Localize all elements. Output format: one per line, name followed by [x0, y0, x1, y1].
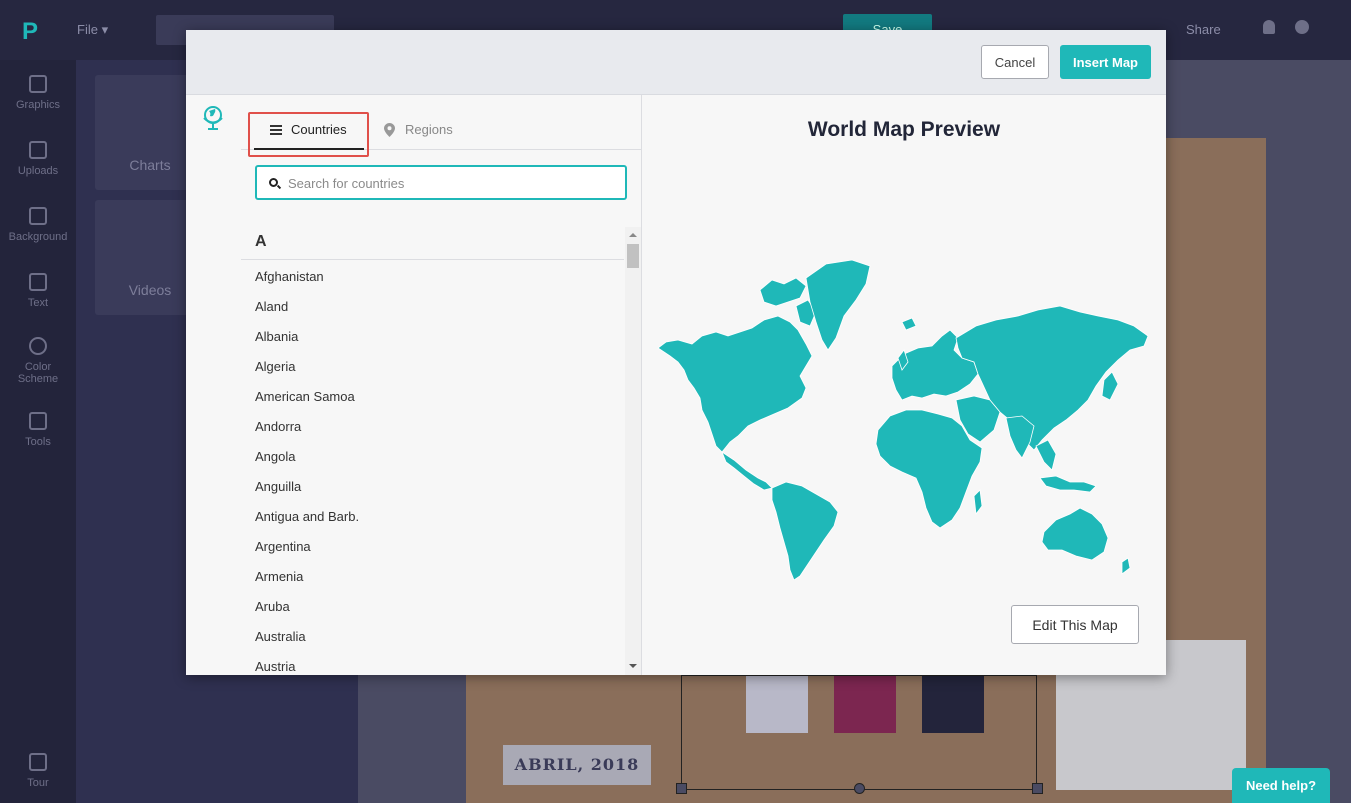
- resize-handle[interactable]: [1032, 783, 1043, 794]
- user-avatar-icon[interactable]: [1295, 20, 1309, 34]
- map-arctic-islands: [759, 277, 807, 307]
- map-australia: [1041, 507, 1109, 561]
- sidebar-item-uploads[interactable]: Uploads: [0, 141, 76, 177]
- map-central-america: [721, 450, 773, 491]
- bell-icon[interactable]: [1263, 20, 1275, 34]
- map-southeast-asia: [1035, 439, 1057, 471]
- scroll-down-arrow-icon[interactable]: [629, 664, 637, 668]
- app-logo-icon[interactable]: P: [22, 18, 48, 45]
- list-item-country[interactable]: Angola: [255, 449, 295, 464]
- list-item-country[interactable]: Algeria: [255, 359, 295, 374]
- map-greenland: [805, 259, 871, 351]
- list-item-country[interactable]: Antigua and Barb.: [255, 509, 359, 524]
- highlight-box: [248, 112, 369, 157]
- sidebar-item-tour[interactable]: Tour: [0, 753, 76, 789]
- list-item-country[interactable]: Andorra: [255, 419, 301, 434]
- country-list-panel: Countries Regions A Afghanistan Aland Al…: [186, 95, 642, 675]
- insert-map-button[interactable]: Insert Map: [1060, 45, 1151, 79]
- left-sidebar: Graphics Uploads Background Text Color S…: [0, 60, 76, 803]
- need-help-button[interactable]: Need help?: [1232, 768, 1330, 803]
- map-north-america: [657, 315, 813, 453]
- preview-title: World Map Preview: [807, 118, 1001, 141]
- background-icon: [29, 207, 47, 225]
- search-icon: [269, 178, 278, 187]
- list-item-country[interactable]: Aruba: [255, 599, 290, 614]
- sidebar-item-label: Background: [8, 231, 68, 243]
- tab-regions[interactable]: Regions: [381, 115, 471, 150]
- map-south-america: [771, 481, 839, 580]
- edit-map-button[interactable]: Edit This Map: [1011, 605, 1139, 644]
- cancel-button[interactable]: Cancel: [981, 45, 1049, 79]
- world-map-continents: [657, 259, 1149, 580]
- map-india: [1005, 415, 1035, 459]
- map-iceland: [901, 317, 917, 331]
- sidebar-item-tools[interactable]: Tools: [0, 412, 76, 448]
- resize-handle[interactable]: [854, 783, 865, 794]
- map-japan: [1101, 371, 1119, 401]
- section-letter: A: [255, 233, 267, 250]
- sidebar-item-graphics[interactable]: Graphics: [0, 75, 76, 111]
- search-input[interactable]: [288, 174, 608, 192]
- sidebar-item-label: Graphics: [15, 99, 61, 111]
- sidebar-item-color-scheme[interactable]: Color Scheme: [0, 337, 76, 385]
- list-scrollbar[interactable]: [625, 227, 641, 675]
- location-pin-icon: [384, 123, 395, 137]
- file-menu-label: File: [77, 22, 98, 37]
- toolbox-icon: [29, 412, 47, 430]
- sidebar-item-label: Color Scheme: [17, 361, 59, 385]
- country-list[interactable]: A Afghanistan Aland Albania Algeria Amer…: [241, 227, 641, 675]
- list-item-country[interactable]: Austria: [255, 659, 295, 674]
- sidebar-item-label: Uploads: [17, 165, 59, 177]
- scroll-up-arrow-icon[interactable]: [629, 233, 637, 237]
- list-item-country[interactable]: Afghanistan: [255, 269, 324, 284]
- map-madagascar: [973, 489, 983, 516]
- tour-icon: [29, 753, 47, 771]
- list-item-country[interactable]: American Samoa: [255, 389, 355, 404]
- resize-handle[interactable]: [676, 783, 687, 794]
- scroll-thumb[interactable]: [627, 244, 639, 268]
- text-icon: [29, 273, 47, 291]
- globe-icon: [203, 106, 223, 130]
- sidebar-item-label: Tour: [27, 777, 49, 789]
- section-divider: [241, 259, 624, 260]
- selection-box: [681, 675, 1037, 790]
- list-item-country[interactable]: Armenia: [255, 569, 303, 584]
- sidebar-item-label: Tools: [25, 436, 51, 448]
- file-menu[interactable]: File ▾: [77, 22, 108, 38]
- sidebar-item-text[interactable]: Text: [0, 273, 76, 309]
- upload-icon: [29, 141, 47, 159]
- list-item-country[interactable]: Argentina: [255, 539, 311, 554]
- map-indonesia: [1039, 475, 1097, 493]
- list-item-country[interactable]: Aland: [255, 299, 288, 314]
- image-icon: [29, 75, 47, 93]
- canvas-date-label[interactable]: ABRIL, 2018: [503, 745, 651, 785]
- country-search: [255, 165, 627, 200]
- share-button[interactable]: Share: [1186, 22, 1221, 37]
- modal-header: Cancel Insert Map: [186, 30, 1166, 95]
- map-new-zealand: [1121, 557, 1131, 575]
- world-map-preview: [657, 259, 1149, 580]
- list-item-country[interactable]: Albania: [255, 329, 298, 344]
- tab-regions-label: Regions: [405, 122, 453, 137]
- sidebar-item-label: Text: [27, 297, 49, 309]
- list-item-country[interactable]: Anguilla: [255, 479, 301, 494]
- palette-icon: [29, 337, 47, 355]
- sidebar-item-background[interactable]: Background: [0, 207, 76, 243]
- list-item-country[interactable]: Australia: [255, 629, 306, 644]
